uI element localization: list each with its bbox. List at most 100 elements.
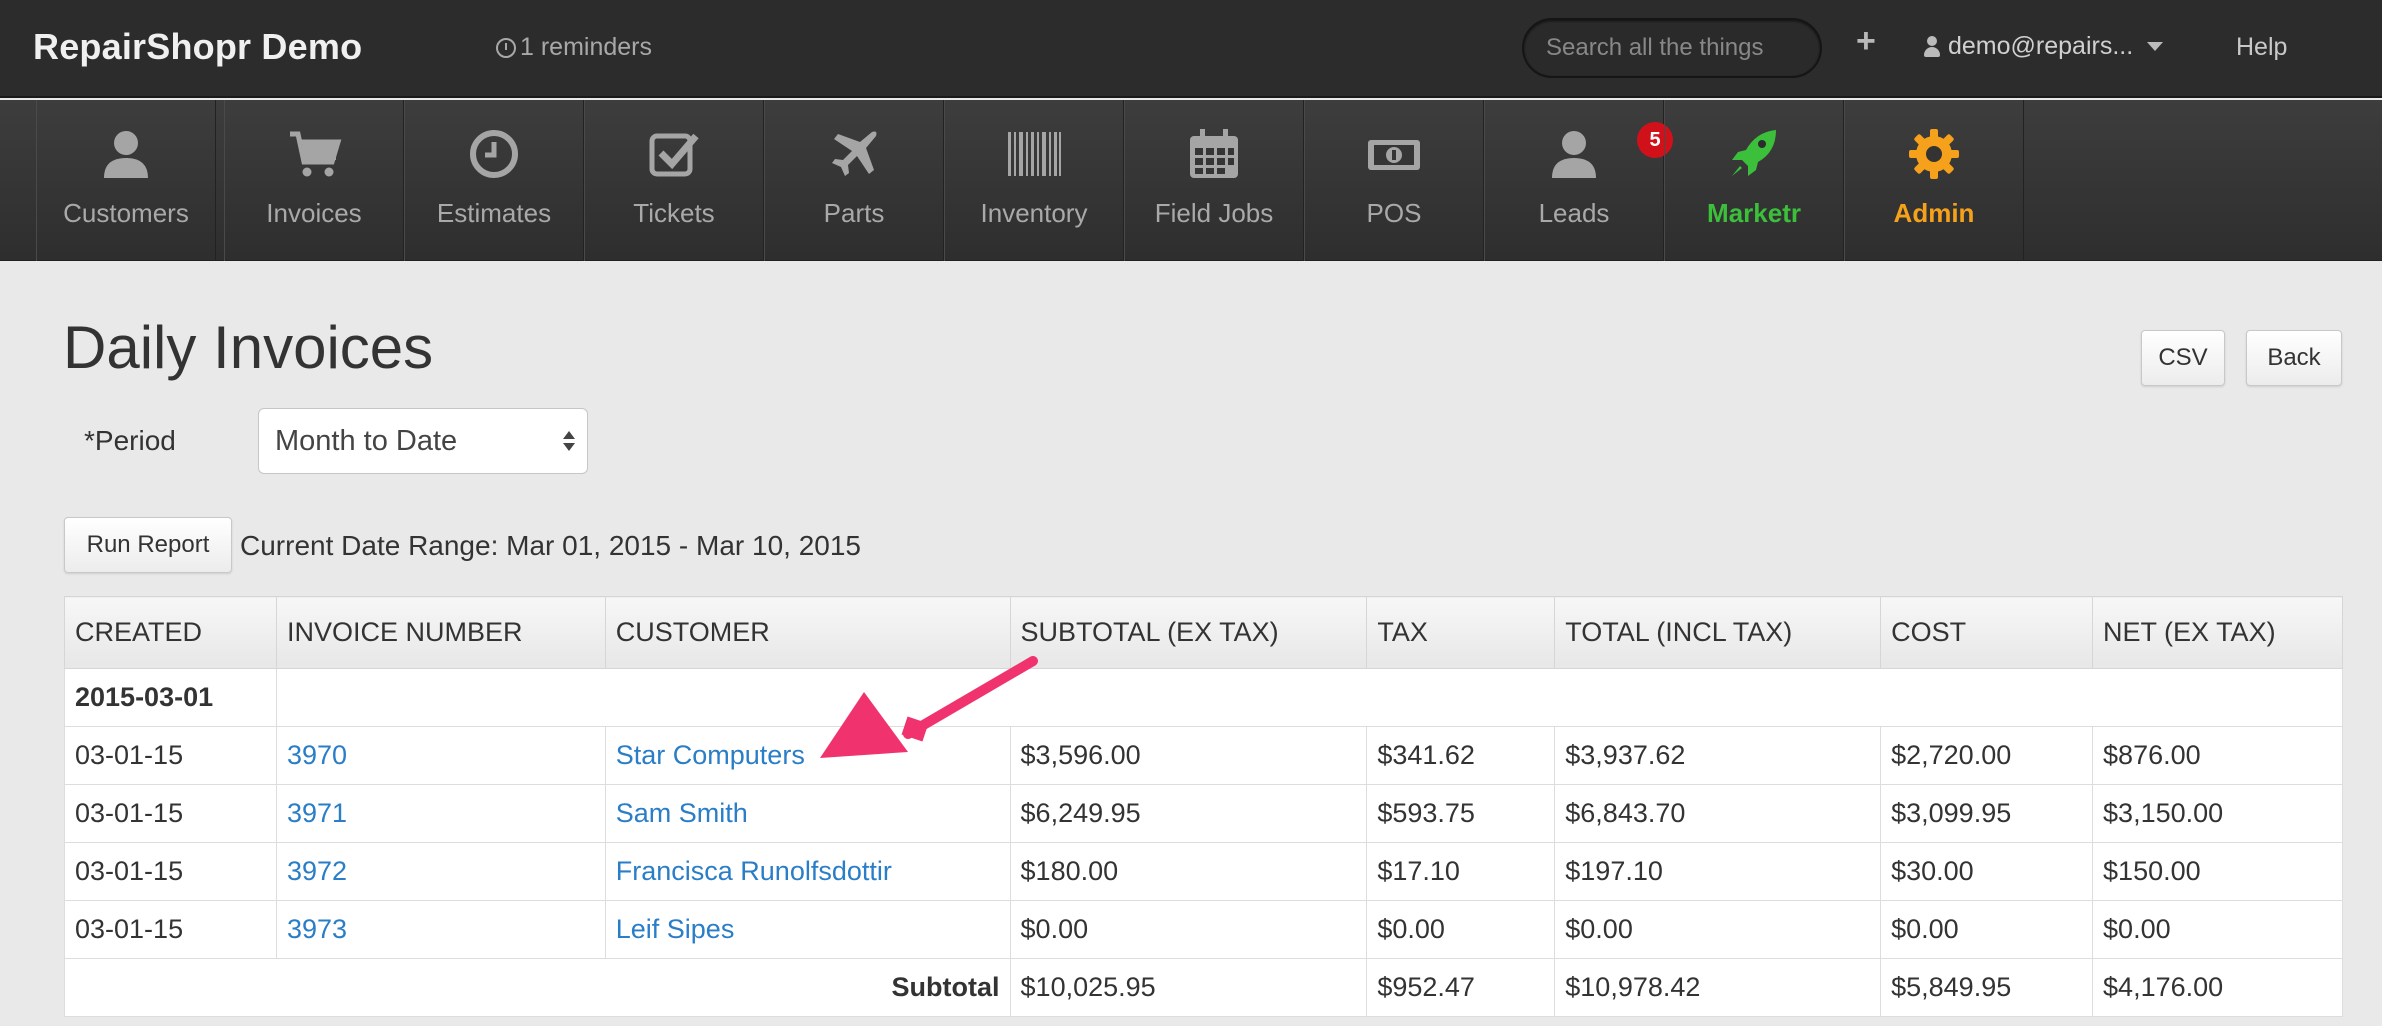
user-icon xyxy=(1924,35,1940,58)
group-date: 2015-03-01 xyxy=(64,668,277,727)
cell-total: $6,843.70 xyxy=(1554,784,1882,843)
subtotal-subtotal: $10,025.95 xyxy=(1009,958,1368,1017)
cell-customer: Sam Smith xyxy=(604,784,1011,843)
gear-icon xyxy=(1909,129,1959,179)
header-subtotal[interactable]: SUBTOTAL (EX TAX) xyxy=(1009,596,1368,669)
money-icon xyxy=(1368,140,1420,170)
main-nav: Customers Invoices Estimates Tickets Par… xyxy=(0,100,2382,261)
subtotal-net: $4,176.00 xyxy=(2092,958,2343,1017)
cell-cost: $2,720.00 xyxy=(1880,726,2094,785)
cell-total: $197.10 xyxy=(1554,842,1882,901)
customer-link[interactable]: Leif Sipes xyxy=(616,914,735,944)
nav-parts[interactable]: Parts xyxy=(764,100,944,261)
help-link[interactable]: Help xyxy=(2236,33,2287,62)
back-button[interactable]: Back xyxy=(2246,330,2342,386)
date-range: Current Date Range: Mar 01, 2015 - Mar 1… xyxy=(240,530,862,561)
invoices-table: CREATED INVOICE NUMBER CUSTOMER SUBTOTAL… xyxy=(64,596,2344,1017)
nav-label: Parts xyxy=(823,198,885,228)
nav-inventory[interactable]: Inventory xyxy=(944,100,1124,261)
period-label: *Period xyxy=(84,425,176,456)
cell-invoice: 3971 xyxy=(275,784,606,843)
cell-total: $3,937.62 xyxy=(1554,726,1882,785)
cell-invoice: 3970 xyxy=(275,726,606,785)
invoice-link[interactable]: 3972 xyxy=(287,856,347,886)
cell-net: $150.00 xyxy=(2092,842,2343,901)
period-select[interactable]: Month to Date xyxy=(258,408,588,474)
subtotal-row: Subtotal $10,025.95 $952.47 $10,978.42 $… xyxy=(64,958,2343,1017)
cell-subtotal: $6,249.95 xyxy=(1009,784,1368,843)
nav-tickets[interactable]: Tickets xyxy=(584,100,764,261)
table-row: 03-01-15 3973 Leif Sipes $0.00 $0.00 $0.… xyxy=(64,900,2343,959)
table-header-row: CREATED INVOICE NUMBER CUSTOMER SUBTOTAL… xyxy=(64,596,2343,669)
nav-customers[interactable]: Customers xyxy=(36,100,216,261)
nav-leads[interactable]: Leads 5 xyxy=(1484,100,1673,261)
cell-tax: $0.00 xyxy=(1366,900,1556,959)
nav-label: Customers xyxy=(63,198,189,228)
cell-created: 03-01-15 xyxy=(64,784,277,843)
nav-label: Leads xyxy=(1538,198,1610,228)
caret-down-icon xyxy=(2147,42,2164,51)
annotation-arrow-icon xyxy=(820,656,1038,758)
nav-marketr[interactable]: Marketr xyxy=(1664,100,1844,261)
rocket-icon xyxy=(1732,130,1776,176)
customer-link[interactable]: Sam Smith xyxy=(616,798,748,828)
nav-label: Admin xyxy=(1893,198,1975,228)
subtotal-label: Subtotal xyxy=(64,958,1011,1017)
nav-estimates[interactable]: Estimates xyxy=(404,100,584,261)
subtotal-total: $10,978.42 xyxy=(1554,958,1882,1017)
cell-invoice: 3972 xyxy=(275,842,606,901)
checkbox-icon xyxy=(649,133,699,177)
group-spacer xyxy=(275,668,2344,727)
customer-link[interactable]: Star Computers xyxy=(616,740,805,770)
nav-label: Tickets xyxy=(633,198,715,228)
table-row: 03-01-15 3970 Star Computers $3,596.00 $… xyxy=(64,726,2343,785)
subtotal-tax: $952.47 xyxy=(1366,958,1556,1017)
header-invoice-number[interactable]: INVOICE NUMBER xyxy=(275,596,606,669)
header-created[interactable]: CREATED xyxy=(64,596,277,669)
nav-label: Estimates xyxy=(436,198,552,228)
user-email: demo@repairs... xyxy=(1948,32,2134,60)
cell-subtotal: $180.00 xyxy=(1009,842,1368,901)
top-bar: RepairShopr Demo 1 reminders + demo@repa… xyxy=(0,0,2382,98)
calendar-icon xyxy=(1190,129,1238,178)
cell-invoice: 3973 xyxy=(275,900,606,959)
table-row: 03-01-15 3971 Sam Smith $6,249.95 $593.7… xyxy=(64,784,2343,843)
reminders-label: 1 reminders xyxy=(520,33,652,61)
invoice-link[interactable]: 3971 xyxy=(287,798,347,828)
clock-icon xyxy=(470,130,518,178)
app-title[interactable]: RepairShopr Demo xyxy=(33,26,362,68)
search-input[interactable] xyxy=(1522,18,1822,78)
nav-invoices[interactable]: Invoices xyxy=(224,100,404,261)
user-icon xyxy=(1552,131,1596,178)
run-report-button[interactable]: Run Report xyxy=(64,517,232,573)
cell-total: $0.00 xyxy=(1554,900,1882,959)
plane-icon xyxy=(832,131,877,176)
invoice-link[interactable]: 3970 xyxy=(287,740,347,770)
nav-label: POS xyxy=(1366,198,1422,228)
select-arrows-icon xyxy=(563,431,575,451)
header-total[interactable]: TOTAL (INCL TAX) xyxy=(1554,596,1882,669)
cart-icon xyxy=(290,131,342,177)
invoice-link[interactable]: 3973 xyxy=(287,914,347,944)
nav-pos[interactable]: POS xyxy=(1304,100,1484,261)
header-net[interactable]: NET (EX TAX) xyxy=(2092,596,2343,669)
cell-created: 03-01-15 xyxy=(64,726,277,785)
customer-link[interactable]: Francisca Runolfsdottir xyxy=(616,856,892,886)
cell-tax: $593.75 xyxy=(1366,784,1556,843)
header-tax[interactable]: TAX xyxy=(1366,596,1556,669)
cell-cost: $3,099.95 xyxy=(1880,784,2094,843)
reminders-link[interactable]: 1 reminders xyxy=(496,33,652,62)
cell-cost: $30.00 xyxy=(1880,842,2094,901)
cell-created: 03-01-15 xyxy=(64,900,277,959)
period-selected-value: Month to Date xyxy=(275,425,458,457)
plus-icon[interactable]: + xyxy=(1856,22,1876,61)
nav-field-jobs[interactable]: Field Jobs xyxy=(1124,100,1304,261)
nav-label: Inventory xyxy=(980,198,1088,228)
cell-customer: Leif Sipes xyxy=(604,900,1011,959)
cell-subtotal: $3,596.00 xyxy=(1009,726,1368,785)
user-menu[interactable]: demo@repairs... xyxy=(1924,32,2164,61)
nav-admin[interactable]: Admin xyxy=(1844,100,2024,261)
csv-button[interactable]: CSV xyxy=(2141,330,2225,386)
header-cost[interactable]: COST xyxy=(1880,596,2094,669)
cell-net: $876.00 xyxy=(2092,726,2343,785)
